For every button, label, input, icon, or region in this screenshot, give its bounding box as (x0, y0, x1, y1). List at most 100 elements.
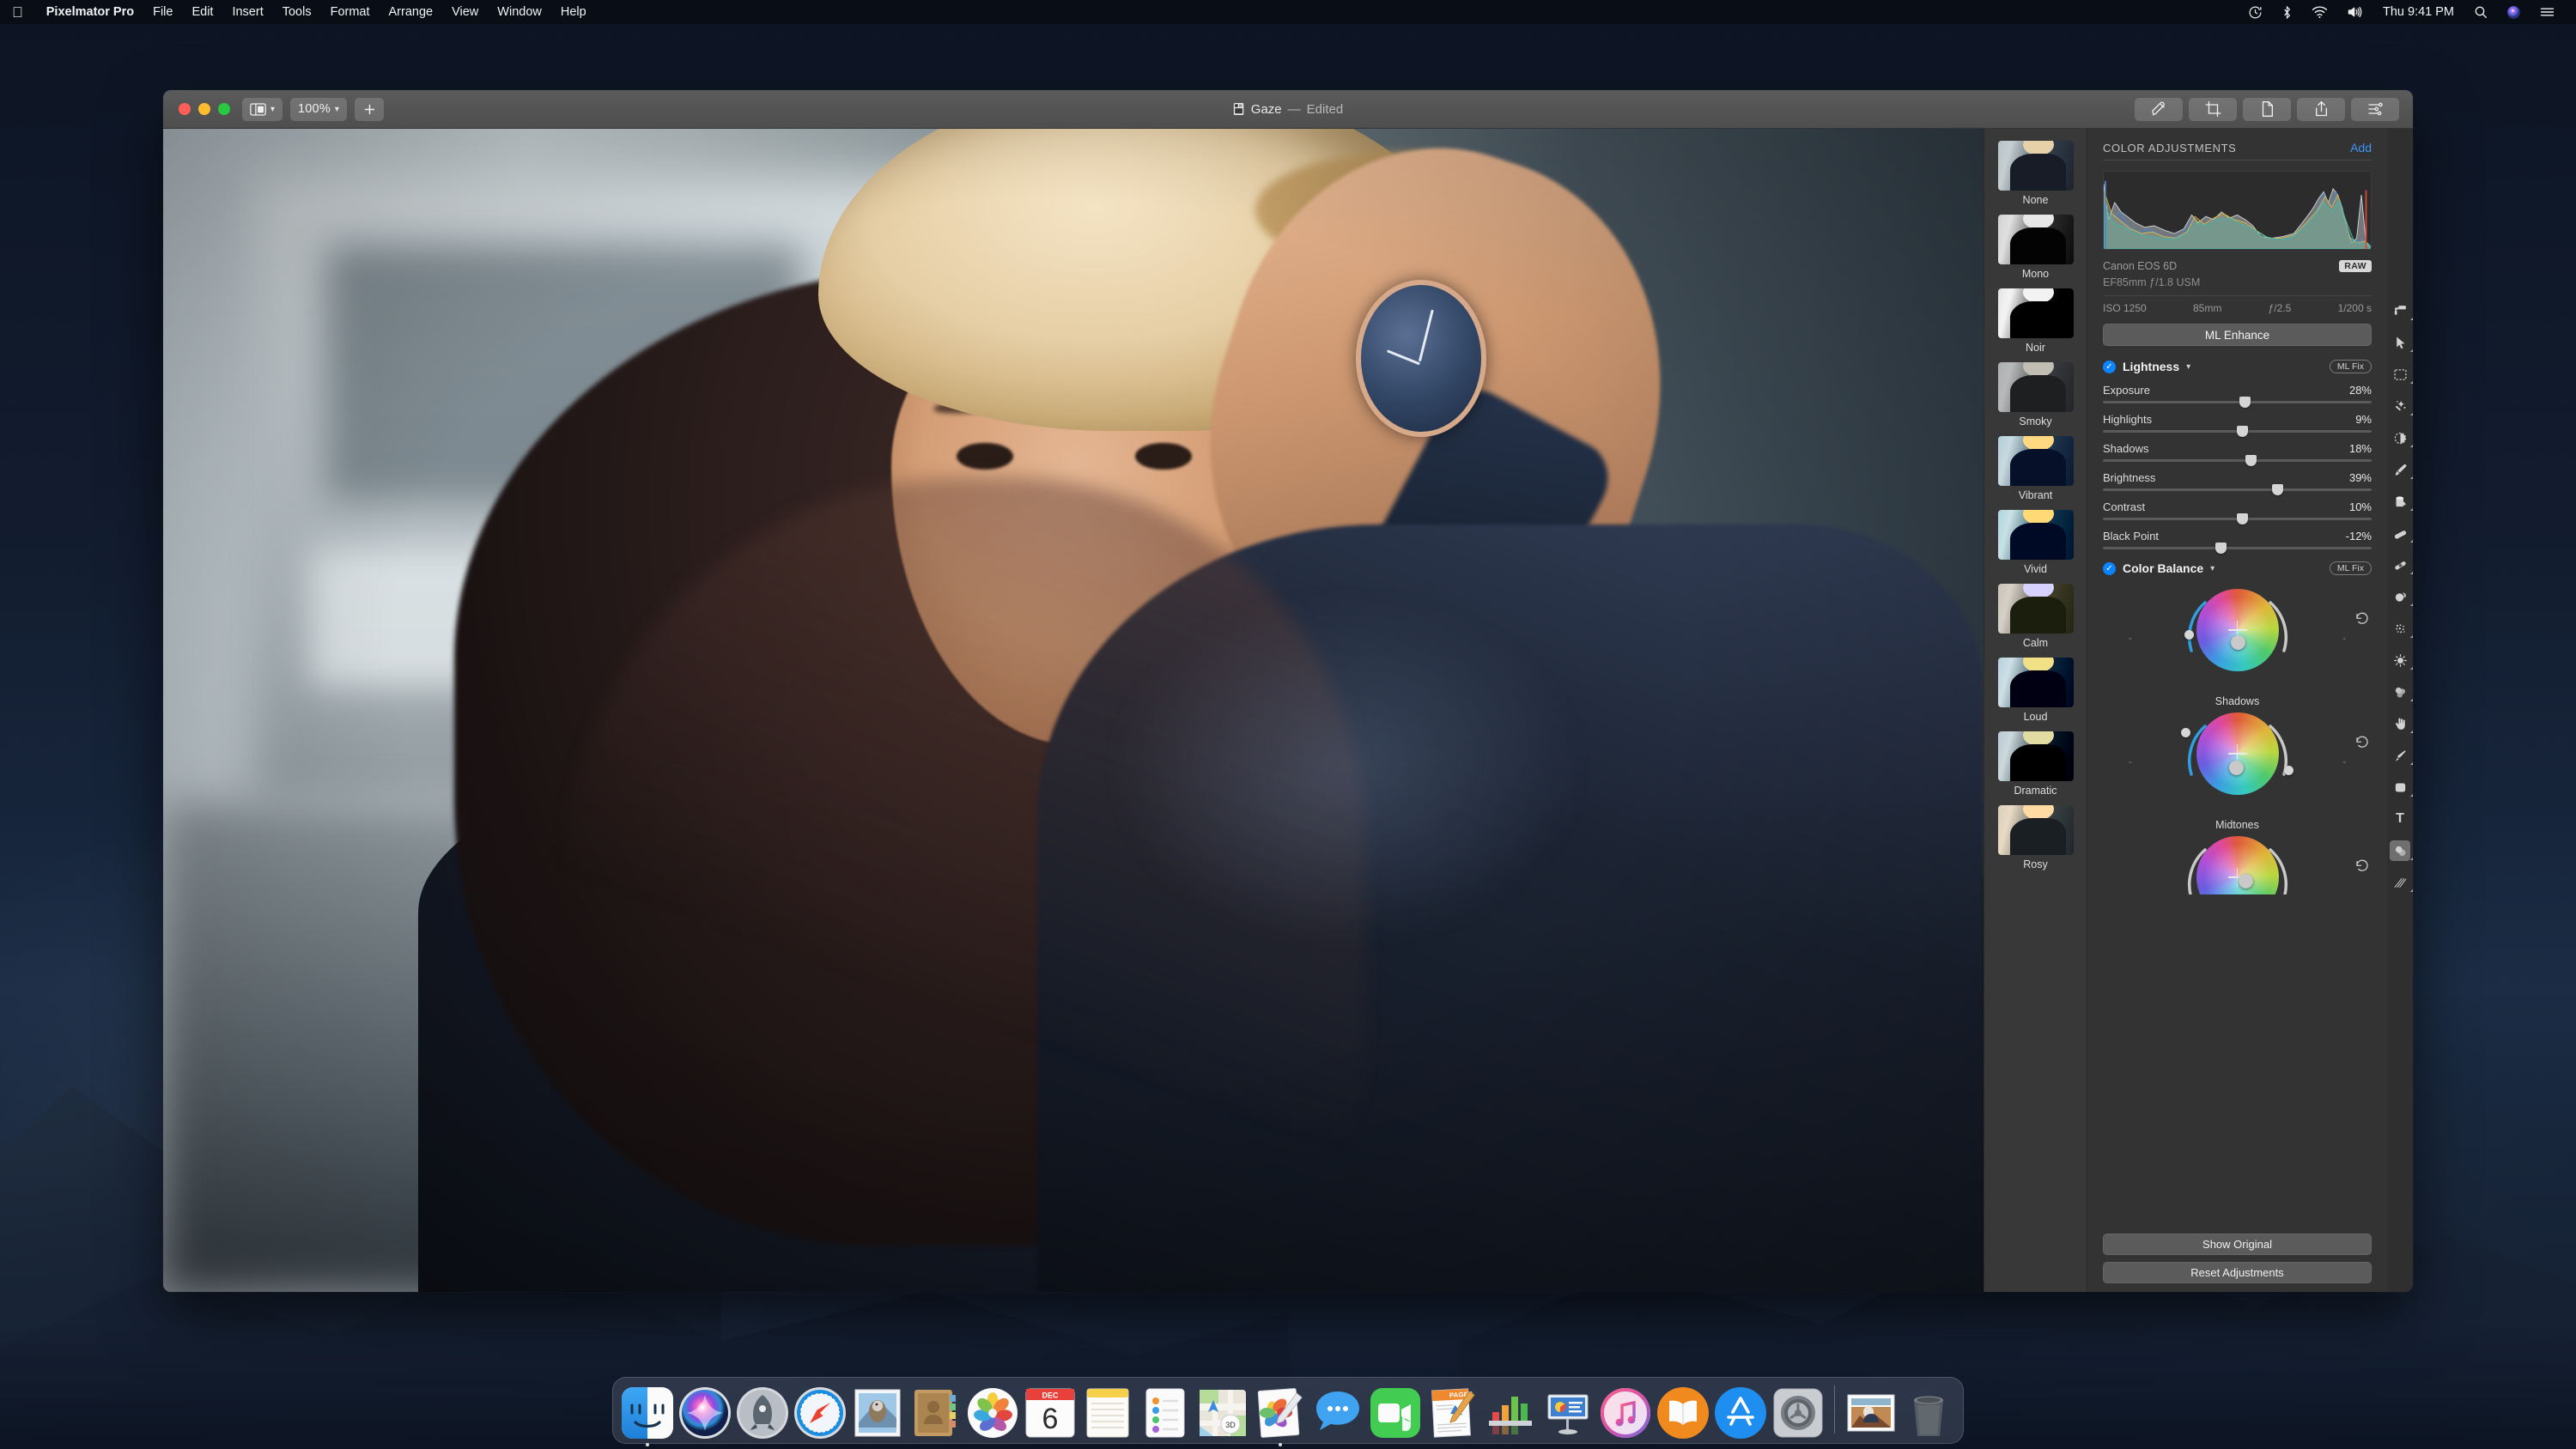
menu-help[interactable]: Help (551, 5, 596, 19)
preset-noir[interactable]: Noir (1984, 288, 2087, 362)
color-wheel-highlights[interactable] (2103, 833, 2372, 894)
menu-window[interactable]: Window (488, 5, 551, 19)
menu-tools[interactable]: Tools (273, 5, 321, 19)
slider-track[interactable] (2103, 543, 2372, 554)
chevron-down-icon[interactable]: ▾ (2210, 564, 2215, 573)
shadows-left-knob[interactable] (2184, 630, 2194, 640)
shadows-wheel-handle[interactable] (2230, 634, 2245, 650)
preset-loud[interactable]: Loud (1984, 658, 2087, 731)
tools-rail[interactable]: T (2387, 129, 2413, 1292)
dock-item-siri[interactable] (678, 1386, 732, 1440)
slider-knob[interactable] (2271, 484, 2283, 495)
dock-item-books[interactable] (1656, 1386, 1710, 1440)
dock-item-photos[interactable] (966, 1386, 1019, 1440)
preset-none[interactable]: None (1984, 141, 2087, 215)
paintbrush-tool-icon[interactable] (2390, 459, 2413, 480)
adjustments-button[interactable] (2351, 97, 2399, 121)
dock-item-downloads-stack[interactable] (1844, 1386, 1898, 1440)
slider-track[interactable] (2103, 455, 2372, 466)
dock-item-calendar[interactable]: DEC 6 (1024, 1386, 1077, 1440)
midtones-left-knob[interactable] (2180, 728, 2190, 737)
reset-adjustments-button[interactable]: Reset Adjustments (2103, 1262, 2372, 1283)
time-machine-icon[interactable] (2239, 5, 2272, 20)
dock-item-messages[interactable] (1311, 1386, 1364, 1440)
shape-tool-icon[interactable] (2390, 777, 2413, 797)
slider-track[interactable] (2103, 397, 2372, 408)
dock-item-trash[interactable] (1902, 1386, 1955, 1440)
close-button[interactable] (179, 103, 191, 115)
preset-vibrant[interactable]: Vibrant (1984, 436, 2087, 510)
lightness-checkbox[interactable]: ✓ (2103, 360, 2116, 373)
eraser-tool-icon[interactable] (2390, 523, 2413, 543)
crop-tool-button[interactable] (2189, 97, 2237, 121)
preset-dramatic[interactable]: Dramatic (1984, 731, 2087, 805)
slider-knob[interactable] (2237, 426, 2249, 437)
repair-tool-button[interactable] (2135, 97, 2183, 121)
color-wheel-midtones[interactable]: - - Midtones (2103, 709, 2372, 831)
zoom-button[interactable] (218, 103, 230, 115)
slider-highlights[interactable]: Highlights 9% (2103, 413, 2372, 437)
add-adjustment-link[interactable]: Add (2350, 141, 2372, 155)
document-button[interactable] (2243, 97, 2291, 121)
ml-enhance-button[interactable]: ML Enhance (2103, 324, 2372, 346)
quick-selection-tool-icon[interactable] (2390, 427, 2413, 448)
clone-stamp-tool-icon[interactable] (2390, 586, 2413, 607)
slider-knob[interactable] (2237, 513, 2249, 524)
slider-knob[interactable] (2215, 543, 2227, 554)
preset-calm[interactable]: Calm (1984, 584, 2087, 658)
dock-item-maps[interactable]: 3D (1196, 1386, 1249, 1440)
slider-knob[interactable] (2239, 397, 2251, 408)
zoom-menu[interactable]: 100% ▾ (290, 97, 348, 121)
dock-item-launchpad[interactable] (736, 1386, 789, 1440)
dock-item-app-store[interactable] (1714, 1386, 1767, 1440)
search-icon[interactable] (2464, 5, 2497, 19)
highlights-wheel-handle[interactable] (2239, 874, 2254, 889)
dock-item-mail[interactable] (851, 1386, 904, 1440)
menu-insert[interactable]: Insert (222, 5, 272, 19)
pen-tool-icon[interactable] (2390, 745, 2413, 766)
preset-rail[interactable]: None Mono Noir Smoky Vibrant Vivid Calm … (1984, 129, 2087, 1292)
dock-item-keynote[interactable] (1541, 1386, 1595, 1440)
show-original-button[interactable]: Show Original (2103, 1234, 2372, 1255)
dock-item-pixelmator-pro[interactable] (1254, 1386, 1307, 1446)
blur-tool-icon[interactable] (2390, 682, 2413, 702)
siri-icon[interactable] (2497, 5, 2530, 20)
menu-view[interactable]: View (442, 5, 488, 19)
shadows-reset-icon[interactable] (2354, 611, 2370, 627)
color-balance-checkbox[interactable]: ✓ (2103, 561, 2116, 575)
slider-exposure[interactable]: Exposure 28% (2103, 384, 2372, 408)
dock-item-notes[interactable] (1081, 1386, 1134, 1440)
volume-icon[interactable] (2337, 5, 2372, 19)
slider-black-point[interactable]: Black Point -12% (2103, 530, 2372, 554)
dock-item-itunes[interactable] (1599, 1386, 1652, 1440)
slider-contrast[interactable]: Contrast 10% (2103, 500, 2372, 524)
menu-bar-clock[interactable]: Thu 9:41 PM (2372, 5, 2464, 19)
dither-tool-icon[interactable] (2390, 618, 2413, 639)
midtones-wheel-handle[interactable] (2228, 760, 2244, 775)
preset-vivid[interactable]: Vivid (1984, 510, 2087, 584)
slider-track[interactable] (2103, 484, 2372, 495)
dock-item-finder[interactable] (621, 1386, 674, 1446)
color-adjustments-tool-icon[interactable] (2390, 840, 2413, 861)
menu-format[interactable]: Format (321, 5, 380, 19)
lighten-tool-icon[interactable] (2390, 650, 2413, 670)
slider-track[interactable] (2103, 513, 2372, 524)
dock-item-reminders[interactable] (1139, 1386, 1192, 1440)
arrow-move-tool-icon[interactable] (2390, 332, 2413, 353)
smudge-tool-icon[interactable] (2390, 713, 2413, 734)
rectangular-marquee-tool-icon[interactable] (2390, 364, 2413, 385)
menu-arrange[interactable]: Arrange (380, 5, 443, 19)
shadows-wheel-disc[interactable] (2196, 589, 2279, 671)
minimize-button[interactable] (198, 103, 210, 115)
control-center-icon[interactable] (2530, 6, 2564, 18)
slider-track[interactable] (2103, 426, 2372, 437)
slider-shadows[interactable]: Shadows 18% (2103, 442, 2372, 466)
repair-tool-icon[interactable] (2390, 555, 2413, 575)
dock-item-facetime[interactable] (1369, 1386, 1422, 1440)
layers-sidebar-toggle[interactable]: ▾ (242, 97, 283, 121)
effects-tool-icon[interactable] (2390, 872, 2413, 893)
chevron-down-icon[interactable]: ▾ (2186, 362, 2190, 372)
lightness-ml-fix-badge[interactable]: ML Fix (2329, 360, 2372, 373)
paint-bucket-tool-icon[interactable] (2390, 491, 2413, 512)
apple-logo-icon[interactable]:  (12, 5, 23, 20)
